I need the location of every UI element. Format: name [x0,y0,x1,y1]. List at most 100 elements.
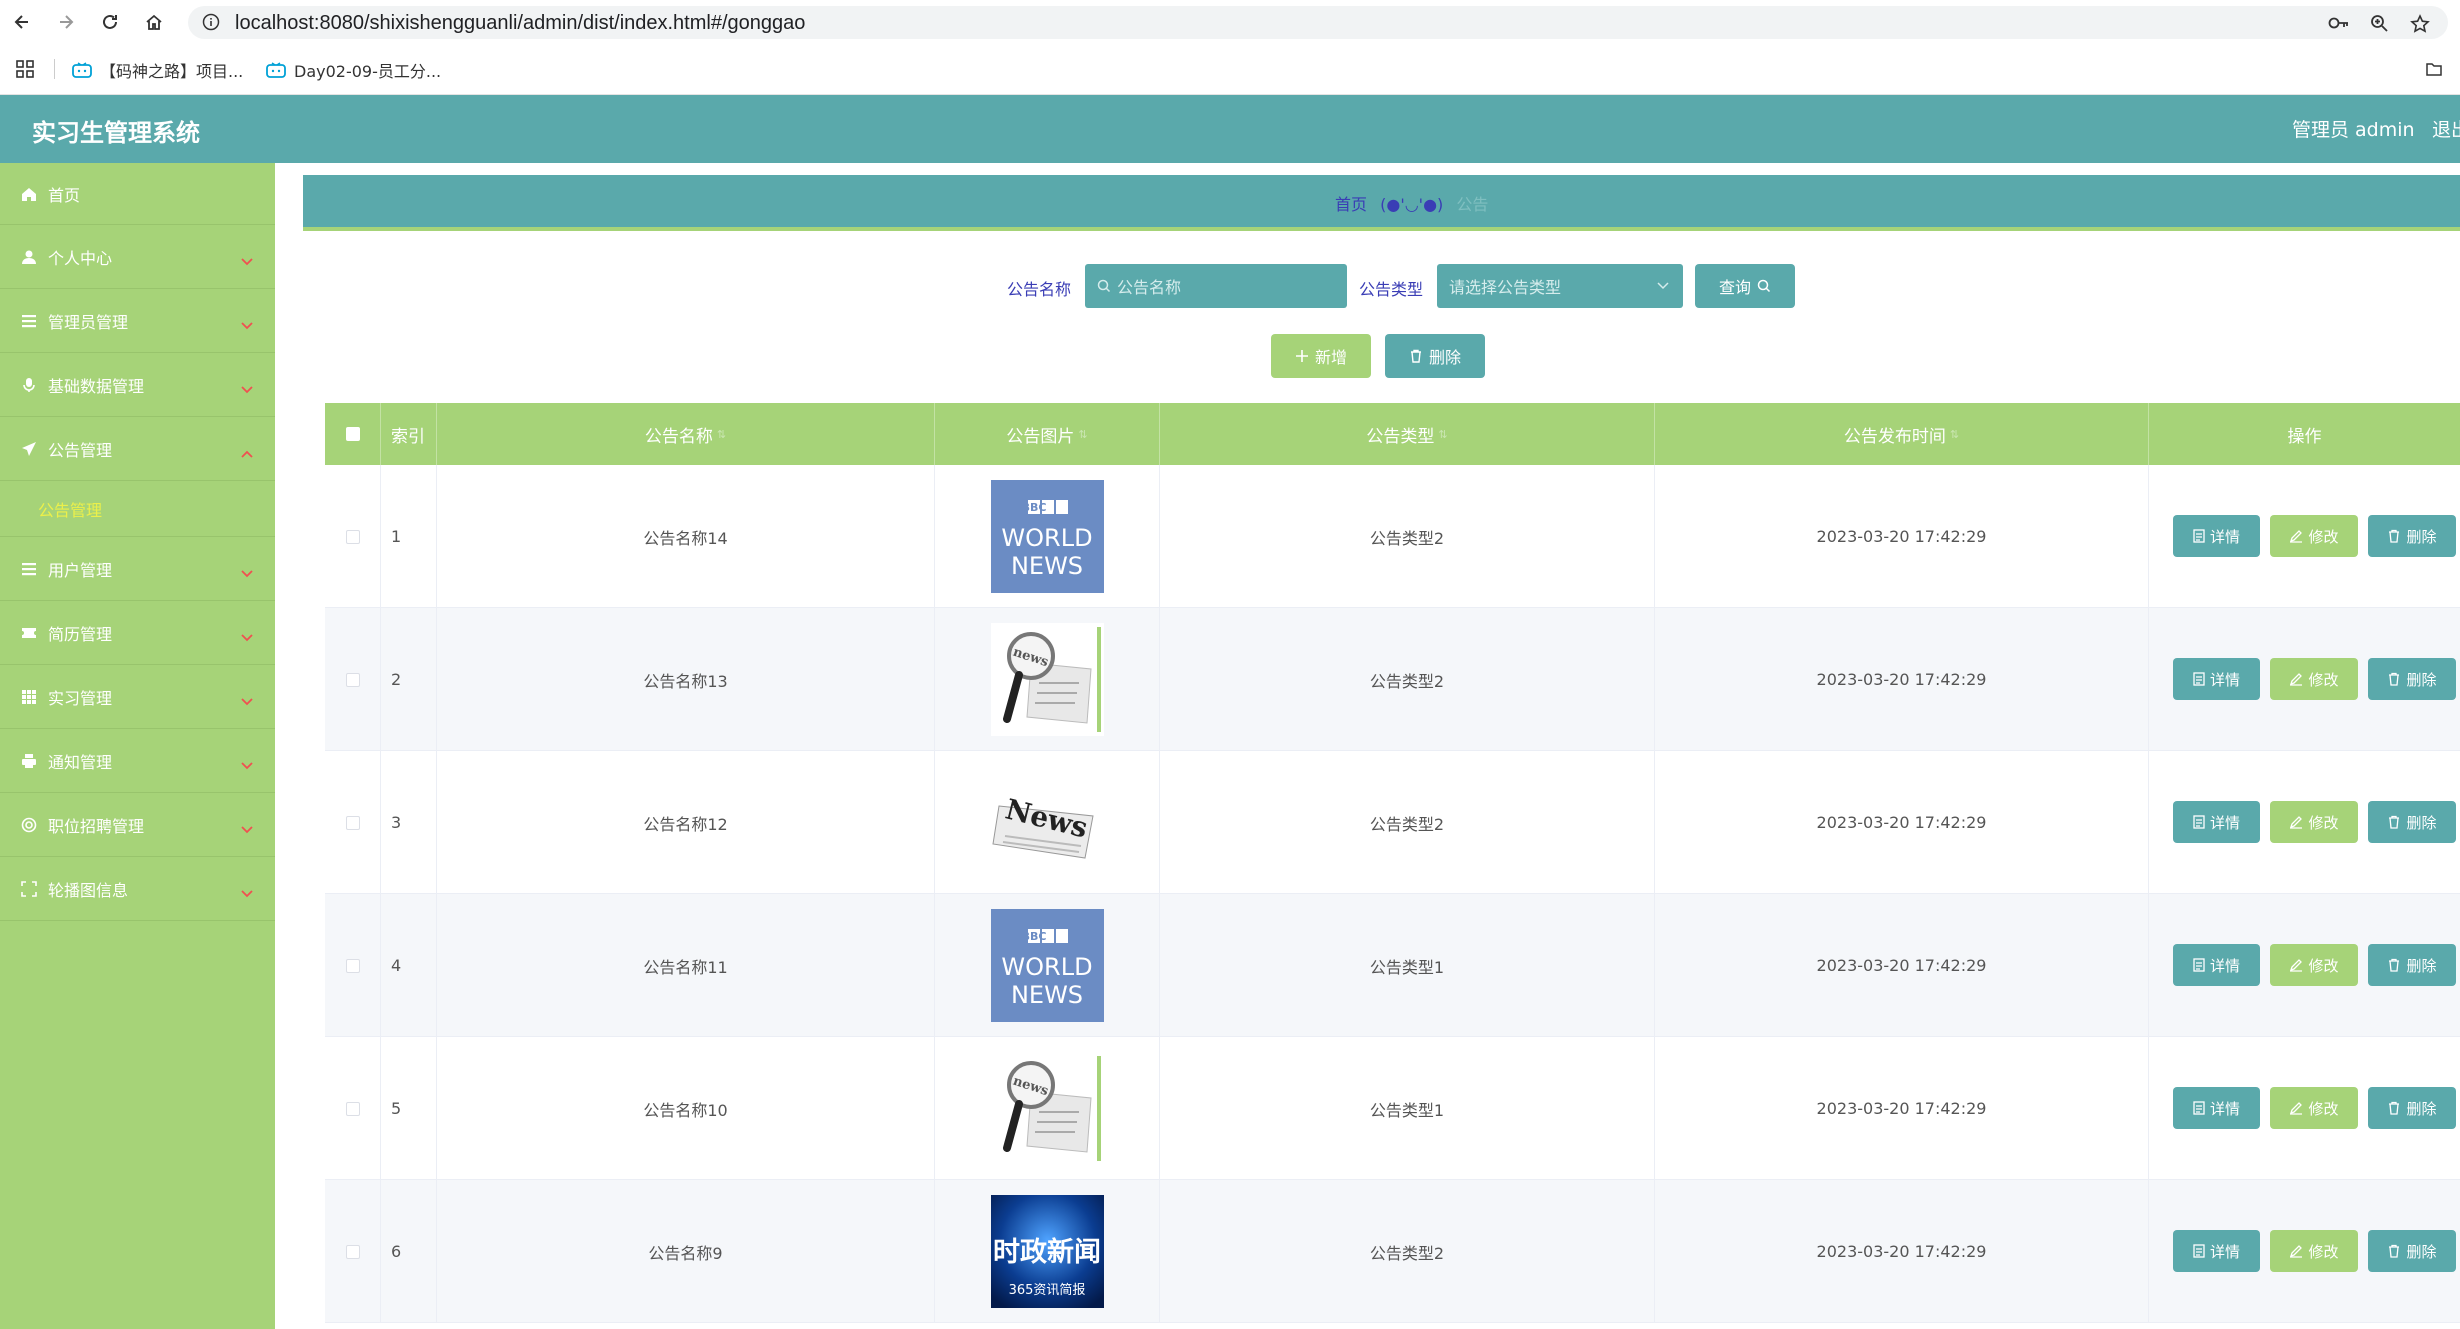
batch-delete-button[interactable]: 删除 [1385,334,1485,378]
sort-icon[interactable]: ⇅ [1438,428,1447,441]
edit-button[interactable]: 修改 [2270,1230,2358,1272]
sidebar-item-recruitment[interactable]: 职位招聘管理 [0,793,275,857]
password-key-icon[interactable] [2328,14,2350,36]
table-body: 1 公告名称14 BBC WORLD NEWS 公告类型2 2023-03-20 1… [325,465,2460,1323]
row-checkbox[interactable] [345,1101,360,1116]
breadcrumb-separator: (●'◡'●) [1380,195,1444,214]
printer-icon [20,752,38,770]
notice-type-cell: 公告类型1 [1160,894,1655,1037]
row-checkbox[interactable] [345,1244,360,1259]
publish-time-cell: 2023-03-20 17:42:29 [1655,751,2149,894]
site-info-icon[interactable] [202,13,220,35]
bookmark-item[interactable]: 【码神之路】项目... [72,58,243,82]
edit-button[interactable]: 修改 [2270,1087,2358,1129]
sidebar-item-home[interactable]: 首页 [0,163,275,225]
world-text: WORLD [1001,524,1092,552]
news-text: NEWS [1010,981,1082,1009]
sidebar-item-resume[interactable]: 简历管理 [0,601,275,665]
zoom-icon[interactable] [2370,14,2388,36]
edit-icon [2290,530,2303,543]
sidebar-item-admin[interactable]: 管理员管理 [0,289,275,353]
edit-button[interactable]: 修改 [2270,801,2358,843]
sort-icon[interactable]: ⇅ [717,428,726,441]
delete-button[interactable]: 删除 [2368,515,2456,557]
app-header: 实习生管理系统 管理员 admin 退出 [0,95,2460,163]
notice-type-cell: 公告类型1 [1160,1037,1655,1180]
sidebar-item-notice[interactable]: 公告管理 [0,417,275,481]
sidebar-item-carousel[interactable]: 轮播图信息 [0,857,275,921]
search-icon [1097,279,1111,293]
row-checkbox[interactable] [345,815,360,830]
sidebar-subitem-notice-manage[interactable]: 公告管理 [0,481,275,537]
edit-button[interactable]: 修改 [2270,515,2358,557]
reload-icon[interactable] [96,8,124,36]
document-icon [2193,529,2205,543]
notice-type-cell: 公告类型2 [1160,751,1655,894]
logout-link[interactable]: 退出 [2432,115,2460,142]
breadcrumb-home-link[interactable]: 首页 [1335,195,1367,214]
home-page-icon[interactable] [140,8,168,36]
sidebar-item-internship[interactable]: 实习管理 [0,665,275,729]
row-checkbox[interactable] [345,529,360,544]
delete-button[interactable]: 删除 [2368,1087,2456,1129]
document-icon [2193,672,2205,686]
trash-icon [2389,529,2400,543]
trash-icon [2389,958,2400,972]
row-checkbox[interactable] [345,672,360,687]
delete-button[interactable]: 删除 [2368,658,2456,700]
notice-name-input[interactable]: 公告名称 [1085,264,1347,308]
address-bar[interactable]: localhost:8080/shixishengguanli/admin/di… [188,6,2448,39]
trash-icon [2389,1244,2400,1258]
select-all-checkbox[interactable] [345,427,360,441]
detail-button[interactable]: 详情 [2173,515,2260,557]
back-icon[interactable] [8,8,36,36]
row-checkbox[interactable] [345,958,360,973]
column-header-image[interactable]: 公告图片 ⇅ [935,403,1160,465]
detail-button[interactable]: 详情 [2173,1230,2260,1272]
column-header-time[interactable]: 公告发布时间 ⇅ [1655,403,2149,465]
current-user: 管理员 admin [2292,119,2415,141]
notice-name-cell: 公告名称10 [437,1037,935,1180]
add-button[interactable]: 新增 [1271,334,1371,378]
notice-name-cell: 公告名称12 [437,751,935,894]
actions-cell: 详情 修改 删除 [2149,608,2460,751]
notice-image-cell: 时政新闻 365资讯简报 [935,1180,1160,1323]
edit-icon [2290,959,2303,972]
notice-image-cell: news [935,608,1160,751]
bookmark-item[interactable]: Day02-09-员工分... [266,58,441,82]
edit-button[interactable]: 修改 [2270,944,2358,986]
chevron-down-icon [241,755,253,774]
row-select-cell [325,751,381,894]
detail-button[interactable]: 详情 [2173,944,2260,986]
forward-icon[interactable] [52,8,80,36]
breadcrumb: 首页 (●'◡'●) 公告 [303,175,2460,231]
detail-button[interactable]: 详情 [2173,1087,2260,1129]
shizheng-sub-text: 365资讯简报 [1008,1282,1085,1298]
sidebar-item-users[interactable]: 用户管理 [0,537,275,601]
notice-name-cell: 公告名称14 [437,465,935,608]
column-header-type[interactable]: 公告类型 ⇅ [1160,403,1655,465]
chevron-down-icon [241,627,253,646]
bookmark-star-icon[interactable] [2410,14,2430,38]
sort-icon[interactable]: ⇅ [1950,428,1959,441]
actions-cell: 详情 修改 删除 [2149,894,2460,1037]
delete-button[interactable]: 删除 [2368,1230,2456,1272]
sidebar-item-basic-data[interactable]: 基础数据管理 [0,353,275,417]
notice-type-select[interactable]: 请选择公告类型 [1437,264,1683,308]
notice-name-cell: 公告名称9 [437,1180,935,1323]
apps-grid-icon[interactable] [16,60,34,82]
trash-icon [2389,1101,2400,1115]
sidebar-item-notification[interactable]: 通知管理 [0,729,275,793]
bookmark-separator [54,59,55,79]
folder-icon[interactable] [2426,61,2442,81]
row-select-cell [325,1180,381,1323]
sort-icon[interactable]: ⇅ [1078,428,1087,441]
delete-button[interactable]: 删除 [2368,801,2456,843]
sidebar-item-personal-center[interactable]: 个人中心 [0,225,275,289]
detail-button[interactable]: 详情 [2173,658,2260,700]
edit-button[interactable]: 修改 [2270,658,2358,700]
delete-button[interactable]: 删除 [2368,944,2456,986]
detail-button[interactable]: 详情 [2173,801,2260,843]
column-header-name[interactable]: 公告名称 ⇅ [437,403,935,465]
query-button[interactable]: 查询 [1695,264,1795,308]
